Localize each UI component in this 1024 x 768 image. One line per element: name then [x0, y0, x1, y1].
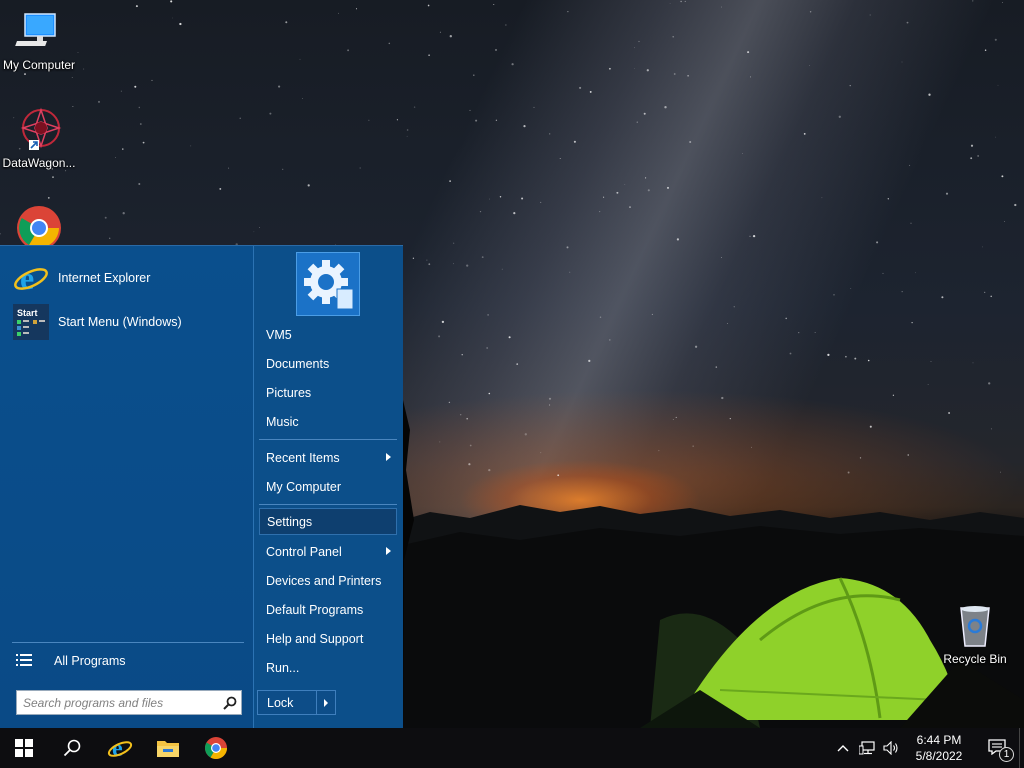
menu-item-recent-items[interactable]: Recent Items	[259, 444, 397, 471]
program-internet-explorer[interactable]: e Internet Explorer	[12, 258, 248, 298]
menu-item-my-computer[interactable]: My Computer	[259, 473, 397, 500]
start-menu-settings-icon: Start	[12, 303, 50, 341]
desktop-icon-label: My Computer	[2, 58, 76, 72]
menu-item-settings[interactable]: Settings	[259, 508, 397, 535]
start-menu: e Internet Explorer Start Start Menu (Wi…	[0, 245, 403, 729]
menu-item-label: Control Panel	[266, 544, 342, 559]
desktop-icon-datawagon[interactable]: DataWagon...	[0, 106, 78, 170]
submenu-arrow-icon	[386, 547, 391, 555]
all-programs-label: All Programs	[54, 654, 126, 668]
search-box[interactable]	[16, 690, 242, 715]
divider	[259, 439, 397, 440]
gear-user-icon[interactable]	[296, 252, 360, 316]
menu-item-devices-and-printers[interactable]: Devices and Printers	[259, 567, 397, 594]
lock-button-label[interactable]: Lock	[258, 691, 316, 714]
menu-item-label: Recent Items	[266, 450, 340, 465]
system-tray: 6:44 PM 5/8/2022 1	[831, 728, 1024, 768]
menu-item-default-programs[interactable]: Default Programs	[259, 596, 397, 623]
all-programs-button[interactable]: All Programs	[16, 649, 246, 673]
datawagon-icon	[15, 106, 63, 154]
show-desktop-button[interactable]	[1019, 728, 1024, 768]
program-label: Start Menu (Windows)	[58, 315, 182, 329]
internet-explorer-icon: e	[12, 259, 50, 297]
divider	[259, 504, 397, 505]
chevron-up-icon[interactable]	[831, 728, 855, 768]
menu-item-vm5[interactable]: VM5	[259, 321, 397, 348]
clock-date: 5/8/2022	[915, 749, 963, 763]
search-icon[interactable]	[219, 692, 241, 714]
internet-explorer-icon[interactable]: e	[96, 728, 144, 768]
desktop-icon-label: Recycle Bin	[943, 652, 1007, 666]
menu-item-run[interactable]: Run...	[259, 654, 397, 681]
search-input[interactable]	[23, 692, 219, 713]
menu-item-music[interactable]: Music	[259, 408, 397, 435]
volume-icon[interactable]	[879, 728, 903, 768]
menu-item-documents[interactable]: Documents	[259, 350, 397, 377]
program-start-menu-windows[interactable]: Start Start Menu (Windows)	[12, 302, 248, 342]
desktop-icon-label: DataWagon...	[2, 156, 76, 170]
lock-options-arrow-icon[interactable]	[316, 691, 335, 714]
svg-text:e: e	[20, 260, 34, 296]
chrome-icon[interactable]	[192, 728, 240, 768]
menu-item-label: Pictures	[266, 385, 312, 400]
menu-item-pictures[interactable]: Pictures	[259, 379, 397, 406]
menu-item-label: Devices and Printers	[266, 573, 382, 588]
search-icon[interactable]	[48, 728, 96, 768]
menu-item-help-and-support[interactable]: Help and Support	[259, 625, 397, 652]
start-menu-programs-pane: e Internet Explorer Start Start Menu (Wi…	[0, 246, 254, 729]
menu-item-label: Documents	[266, 356, 330, 371]
notification-count-badge: 1	[999, 747, 1014, 762]
menu-item-label: Default Programs	[266, 602, 364, 617]
taskbar: e 6:44 PM 5/8/2022 1	[0, 728, 1024, 768]
lock-button[interactable]: Lock	[257, 690, 336, 715]
program-label: Internet Explorer	[58, 271, 151, 285]
divider	[12, 642, 244, 643]
svg-text:e: e	[112, 736, 123, 761]
menu-item-label: VM5	[266, 327, 292, 342]
file-explorer-icon[interactable]	[144, 728, 192, 768]
menu-item-label: Help and Support	[266, 631, 364, 646]
menu-item-label: Music	[266, 414, 299, 429]
menu-item-label: Settings	[267, 514, 313, 529]
svg-text:Start: Start	[17, 308, 38, 318]
network-icon[interactable]	[855, 728, 879, 768]
notification-center-button[interactable]: 1	[975, 728, 1019, 768]
desktop-icon-recycle-bin[interactable]: Recycle Bin	[936, 602, 1014, 666]
start-menu-places-pane: VM5 Documents Pictures Music Recent Item…	[255, 246, 403, 729]
desktop-icon-my-computer[interactable]: My Computer	[0, 8, 78, 72]
windows-start-icon[interactable]	[0, 728, 48, 768]
clock-time: 6:44 PM	[916, 733, 962, 747]
menu-item-control-panel[interactable]: Control Panel	[259, 538, 397, 565]
submenu-arrow-icon	[386, 453, 391, 461]
taskbar-clock[interactable]: 6:44 PM 5/8/2022	[903, 732, 975, 764]
computer-icon	[15, 8, 63, 56]
menu-item-label: Run...	[266, 660, 300, 675]
recycle-bin-icon	[951, 602, 999, 650]
menu-item-label: My Computer	[266, 479, 342, 494]
list-icon	[16, 653, 32, 670]
